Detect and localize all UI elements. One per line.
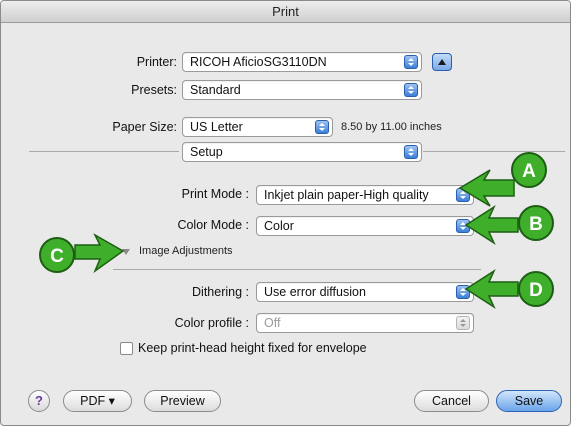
color-profile-label: Color profile : bbox=[174, 316, 249, 330]
arrow-icon bbox=[464, 268, 519, 310]
print-mode-label: Print Mode : bbox=[181, 187, 249, 201]
window-title: Print bbox=[1, 1, 570, 23]
presets-select[interactable]: Standard bbox=[182, 80, 422, 100]
pdf-button[interactable]: PDF ▾ bbox=[63, 390, 132, 412]
preview-button[interactable]: Preview bbox=[144, 390, 221, 412]
print-dialog: Print Printer: RICOH AficioSG3110DN Pres… bbox=[0, 0, 571, 426]
color-mode-select[interactable]: Color bbox=[256, 216, 474, 236]
help-button[interactable]: ? bbox=[28, 390, 50, 412]
callout-a: A bbox=[458, 152, 547, 207]
arrow-icon bbox=[458, 169, 515, 207]
arrow-icon bbox=[464, 204, 519, 246]
collapse-details-button[interactable] bbox=[432, 53, 452, 71]
dithering-select[interactable]: Use error diffusion bbox=[256, 282, 474, 302]
presets-value: Standard bbox=[190, 83, 241, 97]
color-profile-value: Off bbox=[264, 316, 281, 330]
envelope-checkbox[interactable] bbox=[120, 342, 133, 355]
chevron-updown-icon bbox=[404, 145, 418, 159]
panel-value: Setup bbox=[190, 145, 223, 159]
chevron-updown-icon bbox=[404, 83, 418, 97]
envelope-checkbox-label[interactable]: Keep print-head height fixed for envelop… bbox=[138, 341, 367, 355]
image-adjustments-divider bbox=[113, 269, 481, 270]
chevron-updown-icon bbox=[456, 316, 470, 330]
color-mode-value: Color bbox=[264, 219, 294, 233]
paper-dimensions: 8.50 by 11.00 inches bbox=[341, 121, 442, 133]
paper-size-value: US Letter bbox=[190, 120, 243, 134]
divider-left bbox=[29, 151, 179, 152]
callout-d: D bbox=[464, 268, 554, 310]
printer-value: RICOH AficioSG3110DN bbox=[190, 55, 327, 69]
paper-size-label: Paper Size: bbox=[112, 120, 177, 134]
callout-letter: B bbox=[529, 214, 543, 235]
cancel-button[interactable]: Cancel bbox=[414, 390, 489, 412]
paper-size-select[interactable]: US Letter bbox=[182, 117, 333, 137]
printer-label: Printer: bbox=[136, 55, 177, 69]
image-adjustments-label[interactable]: Image Adjustments bbox=[139, 245, 233, 257]
chevron-updown-icon bbox=[315, 120, 329, 134]
color-profile-select: Off bbox=[256, 313, 474, 333]
presets-label: Presets: bbox=[131, 83, 177, 97]
arrow-icon bbox=[74, 233, 125, 274]
dithering-label: Dithering : bbox=[192, 285, 249, 299]
callout-letter: C bbox=[50, 246, 64, 267]
print-mode-select[interactable]: Inkjet plain paper-High quality bbox=[256, 185, 474, 205]
dithering-value: Use error diffusion bbox=[264, 285, 366, 299]
color-mode-label: Color Mode : bbox=[177, 218, 249, 232]
callout-letter: D bbox=[529, 280, 543, 301]
callout-c: C bbox=[39, 233, 125, 274]
print-mode-value: Inkjet plain paper-High quality bbox=[264, 188, 429, 202]
callout-letter: A bbox=[522, 161, 536, 182]
chevron-updown-icon bbox=[404, 55, 418, 69]
save-button[interactable]: Save bbox=[496, 390, 562, 412]
printer-select[interactable]: RICOH AficioSG3110DN bbox=[182, 52, 422, 72]
panel-select[interactable]: Setup bbox=[182, 142, 422, 162]
callout-b: B bbox=[464, 204, 554, 246]
